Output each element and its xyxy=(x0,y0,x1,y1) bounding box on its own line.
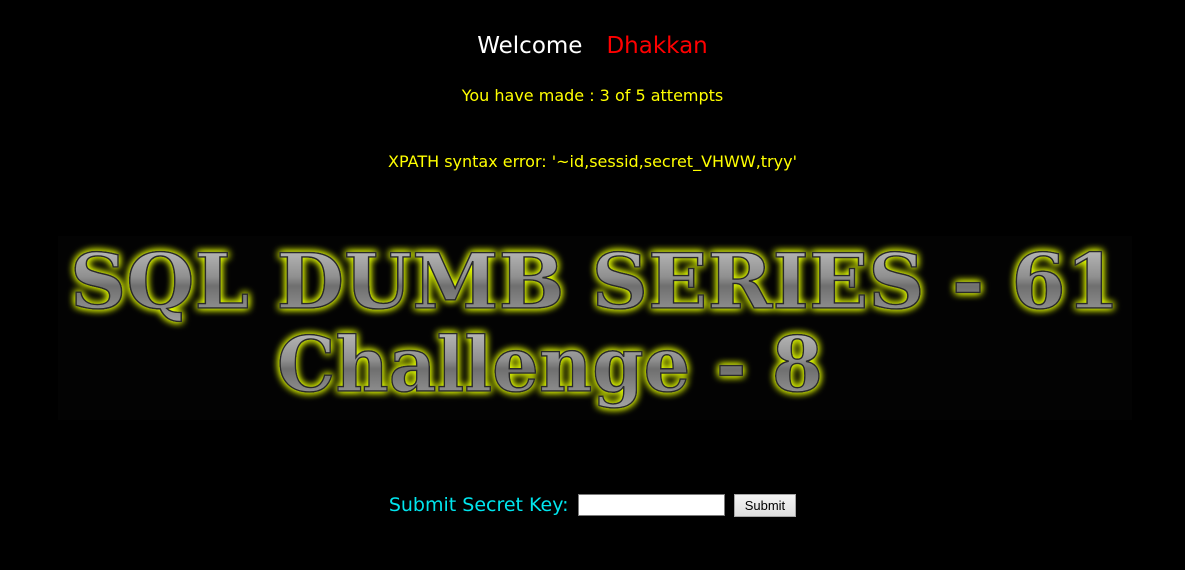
banner-image: SQL DUMB SERIES - 61 Challenge - 8 xyxy=(69,236,1121,410)
xpath-error-message: XPATH syntax error: '~id,sessid,secret_V… xyxy=(388,152,797,171)
secret-key-form: Submit Secret Key: Submit xyxy=(0,492,1185,518)
user-name: Dhakkan xyxy=(606,33,708,59)
attempts-counter: You have made : 3 of 5 attempts xyxy=(461,86,724,105)
banner-title-line2: Challenge - 8 xyxy=(277,320,823,409)
submit-button[interactable]: Submit xyxy=(733,493,797,517)
banner-title-line1: SQL DUMB SERIES - 61 xyxy=(70,237,1120,326)
secret-key-input[interactable] xyxy=(577,494,725,516)
secret-key-label: Submit Secret Key: xyxy=(388,494,569,516)
challenge-banner: SQL DUMB SERIES - 61 Challenge - 8 xyxy=(58,236,1132,420)
welcome-line: Welcome Dhakkan xyxy=(0,30,1185,62)
welcome-text: Welcome xyxy=(477,33,583,59)
